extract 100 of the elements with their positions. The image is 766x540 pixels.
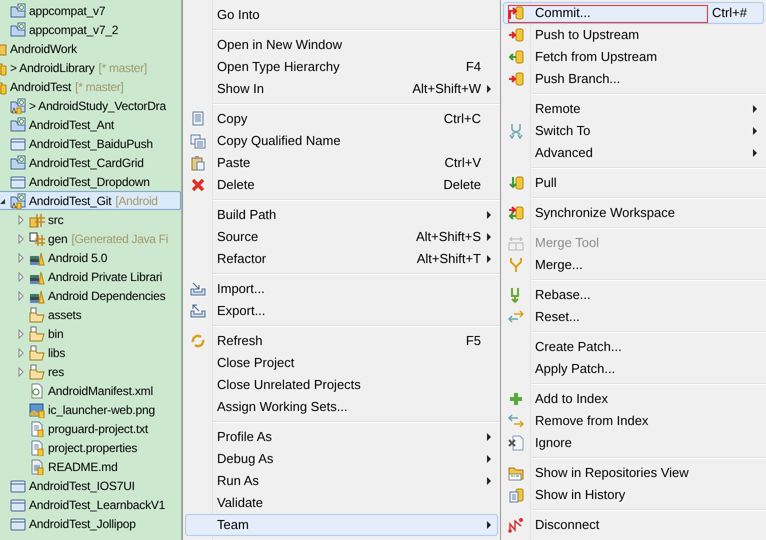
tree-item-label: > AndroidLibrary (10, 60, 95, 76)
menu-item[interactable]: Switch To (503, 120, 764, 142)
tree-item[interactable]: > AndroidLibrary [* master] (0, 58, 181, 77)
tree-item-label: > AndroidStudy_VectorDra (29, 98, 166, 114)
menu-item[interactable]: Merge... (503, 254, 764, 276)
tree-item[interactable]: AndroidTest_Git [Android (0, 191, 181, 210)
menu-item[interactable]: Close Project (185, 352, 498, 374)
tree-item[interactable]: gen [Generated Java Fi (14, 229, 181, 248)
tree-item[interactable]: Android 5.0 (14, 248, 181, 267)
tree-item-label: AndroidTest_Ant (29, 116, 114, 132)
documents-icon (190, 133, 206, 149)
menu-item[interactable]: Apply Patch... (503, 358, 764, 380)
menu-item[interactable]: Team (185, 514, 498, 536)
tree-item[interactable]: bin (14, 324, 181, 343)
menu-item[interactable]: Push Branch... (503, 68, 764, 90)
tree-item[interactable]: Android Private Librari (14, 267, 181, 286)
menu-item[interactable]: Remove from Index (503, 410, 764, 432)
menu-item[interactable]: Delete Delete (185, 174, 498, 196)
tree-item-label: AndroidManifest.xml (48, 382, 153, 398)
menu-item[interactable]: Close Unrelated Projects (185, 374, 498, 396)
menu-item[interactable]: Export... (185, 300, 498, 322)
refresh-icon (190, 333, 206, 349)
tree-item[interactable]: AndroidTest_Dropdown (0, 172, 181, 191)
documents-icon (190, 111, 206, 127)
tree-item[interactable]: project.properties (14, 438, 181, 457)
menu-item[interactable]: Remote (503, 98, 764, 120)
cylinder-arrow-icon (508, 5, 524, 21)
tree-item[interactable]: > AndroidStudy_VectorDra (0, 96, 181, 115)
tree-item[interactable]: AndroidTest [* master] (0, 77, 181, 96)
tree-item-label: res (48, 364, 64, 380)
menu-item[interactable]: Ignore (503, 432, 764, 454)
menu-item[interactable]: Advanced (503, 142, 764, 164)
menu-item[interactable]: Synchronize Workspace (503, 202, 764, 224)
menu-item[interactable]: Push to Upstream (503, 24, 764, 46)
menu-item[interactable]: Assign Working Sets... (185, 396, 498, 418)
tree-item-label: proguard-project.txt (48, 420, 148, 436)
menu-item[interactable]: Source Alt+Shift+S (185, 226, 498, 248)
tree-item[interactable]: README.md (14, 457, 181, 476)
menu-item[interactable]: Debug As (185, 448, 498, 470)
menu-item[interactable]: Show in History (503, 484, 764, 506)
tree-item-label: Android 5.0 (48, 250, 108, 266)
menu-item[interactable]: Open Type Hierarchy F4 (185, 56, 498, 78)
menu-item[interactable]: Add to Index (503, 388, 764, 410)
menu-item[interactable]: Fetch from Upstream (503, 46, 764, 68)
tree-item-label: appcompat_v7 (29, 2, 106, 18)
grid-arrows-icon (508, 235, 524, 251)
tree-item[interactable]: libs (14, 343, 181, 362)
menu-item[interactable]: Run As (185, 470, 498, 492)
git-project-folder-icon (10, 192, 26, 208)
menu-item[interactable]: Copy Ctrl+C (185, 108, 498, 130)
tree-item[interactable]: AndroidManifest.xml (14, 381, 181, 400)
tree-item[interactable]: AndroidTest_IOS7UI (0, 476, 181, 495)
tree-item[interactable]: proguard-project.txt (14, 419, 181, 438)
menu-item[interactable]: Rebase... (503, 284, 764, 306)
broken-link-icon (508, 517, 524, 533)
tree-item[interactable]: src (14, 210, 181, 229)
menu-item[interactable]: Import... (185, 278, 498, 300)
tree-item[interactable]: assets (14, 305, 181, 324)
tree-item-label: gen (48, 230, 68, 246)
menu-item[interactable]: Build Path (185, 204, 498, 226)
arrows-icon (508, 413, 524, 429)
tree-item[interactable]: appcompat_v7_2 (0, 20, 181, 39)
tree-item[interactable]: Android Dependencies (14, 286, 181, 305)
tree-item[interactable]: AndroidTest_Ant (0, 115, 181, 134)
menu-item[interactable]: Show In Alt+Shift+W (185, 78, 498, 100)
tree-item-label: AndroidTest_IOS7UI (29, 478, 135, 494)
file-icon (29, 458, 45, 474)
tree-item[interactable]: AndroidTest_CardGrid (0, 153, 181, 172)
tree-item-label: AndroidTest_CardGrid (29, 154, 144, 170)
tree-item-label: AndroidTest_LearnbackV1 (29, 496, 166, 512)
menu-item[interactable]: Create Patch... (503, 336, 764, 358)
tree-item-label: libs (48, 344, 66, 360)
menu-item[interactable]: Refactor Alt+Shift+T (185, 248, 498, 270)
tree-item[interactable]: ic_launcher-web.png (14, 400, 181, 419)
git-project-folder-icon (10, 154, 26, 170)
menu-item[interactable]: Validate (185, 492, 498, 514)
menu-item[interactable]: Disconnect (503, 514, 764, 536)
tree-item[interactable]: res (14, 362, 181, 381)
cylinder-arrow-icon (508, 27, 524, 43)
menu-item[interactable]: Go Into (185, 4, 498, 26)
git-project-folder-icon (10, 116, 26, 132)
clipboard-icon (190, 155, 206, 171)
menu-item[interactable]: Copy Qualified Name (185, 130, 498, 152)
cylinder-arrow-icon (508, 71, 524, 87)
menu-item[interactable]: Pull (503, 172, 764, 194)
menu-item[interactable]: Refresh F5 (185, 330, 498, 352)
menu-item[interactable]: Profile As (185, 426, 498, 448)
git-project-folder-icon (10, 98, 26, 114)
tree-item[interactable]: AndroidTest_BaiduPush (0, 134, 181, 153)
menu-item[interactable]: Show in Repositories View (503, 462, 764, 484)
package-icon (29, 212, 45, 228)
tree-item[interactable]: appcompat_v7 (0, 1, 181, 20)
tree-item[interactable]: AndroidTest_Jollipop (0, 514, 181, 533)
menu-item[interactable]: Reset... (503, 306, 764, 328)
tree-item[interactable]: AndroidWork (0, 39, 181, 58)
menu-item[interactable]: Paste Ctrl+V (185, 152, 498, 174)
menu-item[interactable]: Commit... Ctrl+# (503, 2, 764, 24)
folder-icon (10, 174, 26, 190)
tree-item[interactable]: AndroidTest_LearnbackV1 (0, 495, 181, 514)
menu-item[interactable]: Open in New Window (185, 34, 498, 56)
